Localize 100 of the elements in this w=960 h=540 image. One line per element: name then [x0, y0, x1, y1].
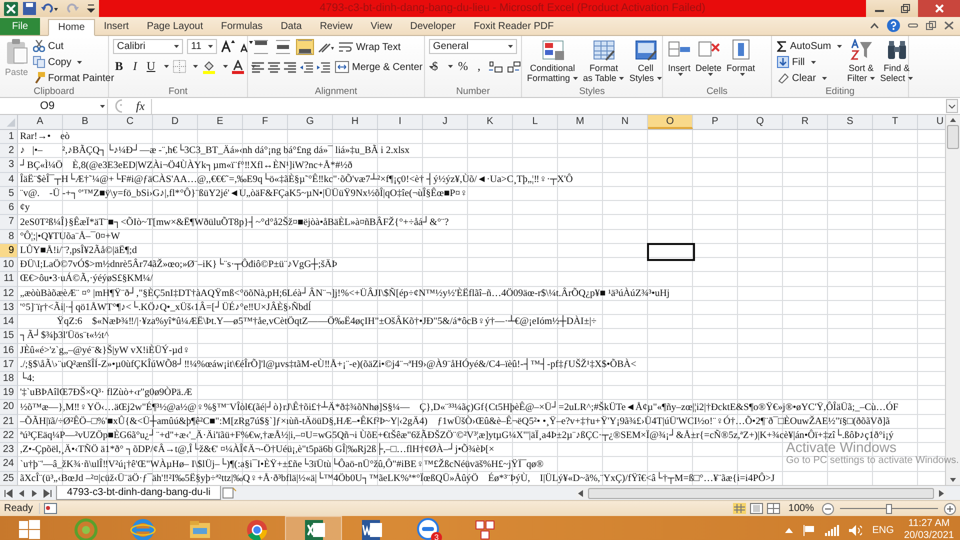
- zoom-out-icon[interactable]: [822, 502, 834, 514]
- row-header[interactable]: 22: [0, 428, 18, 444]
- align-button[interactable]: [274, 39, 292, 55]
- row-header[interactable]: 6: [0, 201, 18, 216]
- macro-record-icon[interactable]: [44, 503, 57, 514]
- ribbon-tab[interactable]: Insert: [94, 18, 138, 35]
- comma-button[interactable]: ,: [473, 59, 485, 74]
- align-button[interactable]: [296, 39, 314, 55]
- sheet-tab[interactable]: 4793-c3-bt-dinh-dang-bang-du-li: [56, 486, 222, 500]
- align-center-icon[interactable]: [268, 60, 280, 74]
- ribbon-tab[interactable]: Data: [272, 18, 311, 35]
- cells-button[interactable]: Format: [726, 39, 756, 78]
- show-hidden-icon[interactable]: [785, 527, 794, 533]
- column-header[interactable]: O: [648, 115, 693, 129]
- font-name-field[interactable]: Calibri: [113, 39, 183, 54]
- previous-sheet-icon[interactable]: [17, 488, 26, 498]
- row-header[interactable]: 16: [0, 344, 18, 358]
- restore-window-icon[interactable]: [926, 21, 936, 30]
- row-header[interactable]: 13: [0, 300, 18, 316]
- column-header[interactable]: G: [288, 115, 333, 129]
- cells-button[interactable]: Delete: [694, 39, 723, 78]
- italic-button[interactable]: I: [129, 59, 141, 74]
- decrease-indent-icon[interactable]: [300, 60, 313, 74]
- fill-button[interactable]: Fill: [776, 55, 844, 69]
- help-icon[interactable]: [887, 19, 900, 32]
- column-header[interactable]: E: [198, 115, 243, 129]
- align-button[interactable]: [252, 39, 270, 55]
- percent-button[interactable]: %: [457, 59, 469, 74]
- ribbon-tab[interactable]: Home: [48, 19, 95, 36]
- row-header[interactable]: 4: [0, 172, 18, 187]
- ribbon-tab[interactable]: View: [362, 18, 402, 35]
- ribbon-tab[interactable]: Developer: [401, 18, 465, 35]
- column-header[interactable]: H: [333, 115, 378, 129]
- find-select-button[interactable]: Find & Select: [879, 39, 914, 83]
- bold-button[interactable]: B: [113, 59, 125, 74]
- row-header[interactable]: 9: [0, 244, 18, 258]
- underline-button[interactable]: U: [145, 59, 157, 74]
- column-header[interactable]: D: [153, 115, 198, 129]
- expand-formula-icon[interactable]: [946, 99, 958, 113]
- row-header[interactable]: 8: [0, 230, 18, 244]
- column-header[interactable]: S: [828, 115, 873, 129]
- column-header[interactable]: Q: [738, 115, 783, 129]
- row-header[interactable]: 15: [0, 329, 18, 344]
- save-icon[interactable]: [23, 2, 36, 15]
- column-header[interactable]: A: [18, 115, 63, 129]
- normal-view-icon[interactable]: [733, 503, 746, 514]
- zoom-thumb[interactable]: [886, 504, 892, 514]
- row-header[interactable]: 12: [0, 286, 18, 301]
- column-header[interactable]: R: [783, 115, 828, 129]
- file-tab[interactable]: File: [0, 18, 40, 35]
- borders-icon[interactable]: [173, 60, 186, 73]
- cells-button[interactable]: Insert: [667, 39, 692, 78]
- font-color-icon[interactable]: [232, 60, 244, 74]
- column-header[interactable]: B: [63, 115, 108, 129]
- column-header[interactable]: C: [108, 115, 153, 129]
- row-header[interactable]: 1: [0, 130, 18, 144]
- signal-icon[interactable]: [825, 524, 840, 536]
- row-header[interactable]: 2: [0, 144, 18, 158]
- row-header[interactable]: 24: [0, 457, 18, 472]
- row-header[interactable]: 11: [0, 272, 18, 287]
- number-format-field[interactable]: General: [429, 39, 517, 54]
- clear-button[interactable]: Clear: [776, 71, 844, 85]
- ribbon-tab[interactable]: Foxit Reader PDF: [464, 18, 563, 35]
- row-header[interactable]: 18: [0, 372, 18, 386]
- column-header[interactable]: P: [693, 115, 738, 129]
- column-header[interactable]: M: [558, 115, 603, 129]
- last-sheet-icon[interactable]: [43, 488, 52, 498]
- row-header[interactable]: 10: [0, 258, 18, 272]
- row-header[interactable]: 23: [0, 443, 18, 458]
- ribbon-tab[interactable]: Review: [310, 18, 362, 35]
- row-header[interactable]: 19: [0, 386, 18, 400]
- column-header[interactable]: I: [378, 115, 423, 129]
- align-right-icon[interactable]: [284, 60, 296, 74]
- style-button[interactable]: Cell Styles: [628, 39, 663, 83]
- row-header[interactable]: 21: [0, 414, 18, 429]
- ribbon-tab[interactable]: Page Layout: [138, 18, 212, 35]
- format-painter-button[interactable]: Format Painter: [32, 71, 116, 85]
- next-sheet-icon[interactable]: [30, 488, 39, 498]
- active-cell[interactable]: [647, 242, 695, 261]
- fill-color-icon[interactable]: [202, 60, 216, 74]
- scroll-right-icon[interactable]: [937, 488, 946, 498]
- decrease-decimal-icon[interactable]: [507, 60, 521, 72]
- undo-icon[interactable]: [41, 2, 59, 15]
- column-header[interactable]: L: [513, 115, 558, 129]
- minimize-window-icon[interactable]: [908, 21, 918, 30]
- copy-button[interactable]: Copy: [32, 55, 116, 69]
- taskbar-app[interactable]: 3: [399, 516, 456, 540]
- font-size-field[interactable]: 11: [187, 39, 217, 54]
- zoom-in-icon[interactable]: [944, 502, 956, 514]
- row-header[interactable]: 17: [0, 358, 18, 372]
- row-header[interactable]: 7: [0, 215, 18, 230]
- row-header[interactable]: 3: [0, 158, 18, 173]
- style-button[interactable]: Conditional Formatting: [526, 39, 580, 83]
- row-header[interactable]: 25: [0, 472, 18, 485]
- row-header[interactable]: 20: [0, 400, 18, 415]
- scroll-thumb[interactable]: [947, 125, 959, 149]
- insert-function-button[interactable]: fx: [130, 98, 152, 114]
- speaker-icon[interactable]: [849, 524, 862, 536]
- close-button[interactable]: [918, 0, 960, 17]
- column-header[interactable]: T: [873, 115, 918, 129]
